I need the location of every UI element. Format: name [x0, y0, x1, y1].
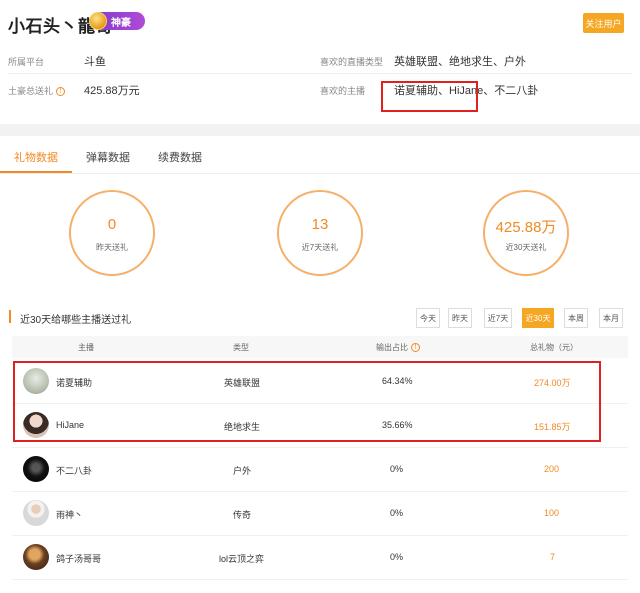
range-this-month-button[interactable]: 本月	[599, 308, 623, 328]
platform-value: 斗鱼	[84, 56, 106, 68]
gift-total: 100	[544, 508, 560, 518]
stat-value: 13	[311, 216, 329, 233]
info-row-platform: 所属平台 斗鱼 喜欢的直播类型 英雄联盟、绝地求生、户外	[8, 46, 632, 74]
col-total: 总礼物（元）	[530, 343, 578, 352]
platform-label: 所属平台	[8, 57, 45, 67]
tab-danmaku-data[interactable]: 弹幕数据	[86, 149, 130, 165]
table-row[interactable]: 雨神丶 传奇 0% 100	[12, 492, 628, 536]
highlight-box-anchors	[381, 81, 478, 112]
col-anchor: 主播	[78, 343, 94, 352]
crown-icon	[89, 12, 107, 30]
anchor-name[interactable]: 鸽子汤哥哥	[56, 552, 101, 565]
range-today-button[interactable]: 今天	[416, 308, 440, 328]
anchor-name[interactable]: 雨神丶	[56, 508, 83, 521]
stat-caption: 近7天送礼	[301, 243, 339, 252]
stat-value: 0	[107, 216, 117, 233]
badge-label: 神豪	[111, 17, 131, 29]
avatar[interactable]	[23, 500, 49, 526]
stat-yesterday: 0 昨天送礼	[69, 190, 155, 276]
stat-7days: 13 近7天送礼	[277, 190, 363, 276]
stat-value: 425.88万	[495, 219, 557, 236]
fav-type-label: 喜欢的直播类型	[320, 57, 384, 67]
anchor-name[interactable]: 不二八卦	[56, 464, 92, 477]
table-header: 主播 类型 输出占比! 总礼物（元）	[12, 336, 628, 358]
gift-total: 7	[550, 552, 556, 562]
anchor-type: 户外	[233, 466, 252, 476]
active-tab-indicator	[0, 171, 72, 173]
range-7days-button[interactable]: 近7天	[484, 308, 512, 328]
anchor-type: lol云顶之弈	[219, 554, 265, 564]
follow-user-button[interactable]: 关注用户	[583, 13, 624, 33]
info-icon[interactable]: !	[56, 87, 66, 96]
table-row[interactable]: 不二八卦 户外 0% 200	[12, 448, 628, 492]
section-title: 近30天给哪些主播送过礼	[20, 315, 132, 326]
gift-ratio: 0%	[390, 552, 404, 562]
col-type: 类型	[233, 343, 249, 352]
tab-renewal-data[interactable]: 续费数据	[158, 149, 202, 165]
avatar[interactable]	[23, 544, 49, 570]
tab-bar: 礼物数据 弹幕数据 续费数据	[0, 136, 640, 174]
total-gift-value: 425.88万元	[84, 85, 140, 97]
profile-card: 小石头丶龍哥 神豪 关注用户 所属平台 斗鱼 喜欢的直播类型 英雄联盟、绝地求生…	[0, 0, 640, 124]
fav-anchor-label: 喜欢的主播	[320, 86, 366, 96]
tab-gift-data[interactable]: 礼物数据	[14, 149, 58, 165]
stat-30days: 425.88万 近30天送礼	[483, 190, 569, 276]
gift-total: 200	[544, 464, 560, 474]
gift-panel: 礼物数据 弹幕数据 续费数据 0 昨天送礼 13 近7天送礼 425.88万 近…	[0, 136, 640, 593]
rank-badge: 神豪	[89, 12, 145, 30]
anchor-type: 传奇	[233, 510, 252, 520]
col-ratio: 输出占比!	[376, 342, 420, 353]
range-yesterday-button[interactable]: 昨天	[448, 308, 472, 328]
range-this-week-button[interactable]: 本周	[564, 308, 588, 328]
gift-ratio: 0%	[390, 464, 404, 474]
stat-caption: 昨天送礼	[96, 243, 128, 252]
highlight-box-top-rows	[13, 361, 601, 442]
info-row-total: 土豪总送礼! 425.88万元 喜欢的主播 诺夏辅助、HiJane、不二八卦	[8, 75, 632, 103]
total-gift-label: 土豪总送礼!	[8, 84, 66, 97]
range-30days-button[interactable]: 近30天	[522, 308, 554, 328]
avatar[interactable]	[23, 456, 49, 482]
info-icon[interactable]: !	[411, 343, 420, 352]
stat-caption: 近30天送礼	[505, 243, 547, 252]
table-row[interactable]: 鸽子汤哥哥 lol云顶之弈 0% 7	[12, 536, 628, 580]
gift-ratio: 0%	[390, 508, 404, 518]
fav-type-value: 英雄联盟、绝地求生、户外	[394, 56, 526, 68]
